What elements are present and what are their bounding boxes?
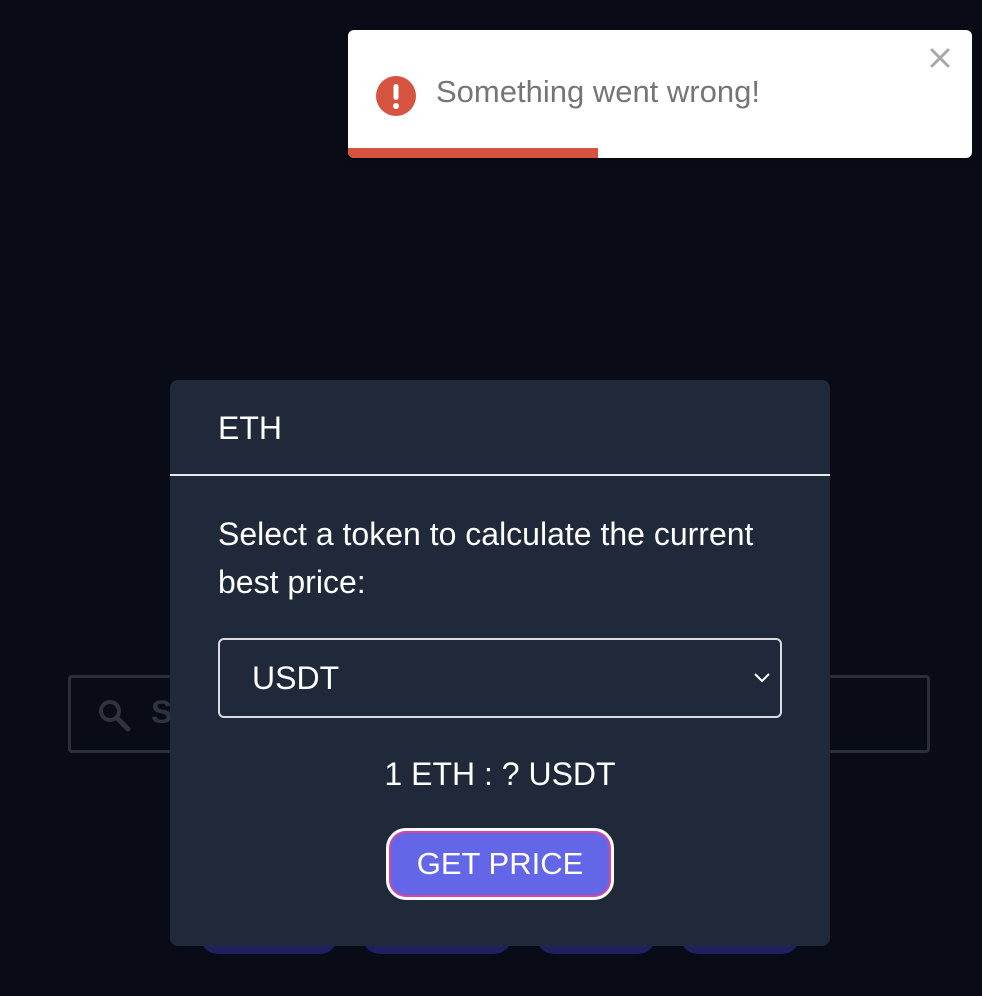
search-icon <box>99 700 131 732</box>
close-icon[interactable] <box>926 44 954 72</box>
price-readout: 1 ETH : ? USDT <box>384 756 616 792</box>
toast-message: Something went wrong! <box>436 74 760 109</box>
token-select[interactable]: USDT <box>218 638 782 718</box>
modal-header: ETH <box>170 380 830 476</box>
modal-instruction: Select a token to calculate the current … <box>218 516 754 600</box>
price-modal: ETH Select a token to calculate the curr… <box>170 380 830 946</box>
error-toast: Something went wrong! <box>348 30 972 158</box>
token-select-value: USDT <box>252 660 340 696</box>
toast-progress-bar <box>348 148 598 158</box>
page: S Something went wrong! ETH Select a tok… <box>0 0 982 996</box>
chevron-down-icon <box>754 673 770 683</box>
modal-title: ETH <box>218 410 282 446</box>
get-price-button[interactable]: GET PRICE <box>386 828 614 900</box>
error-icon <box>376 76 416 116</box>
